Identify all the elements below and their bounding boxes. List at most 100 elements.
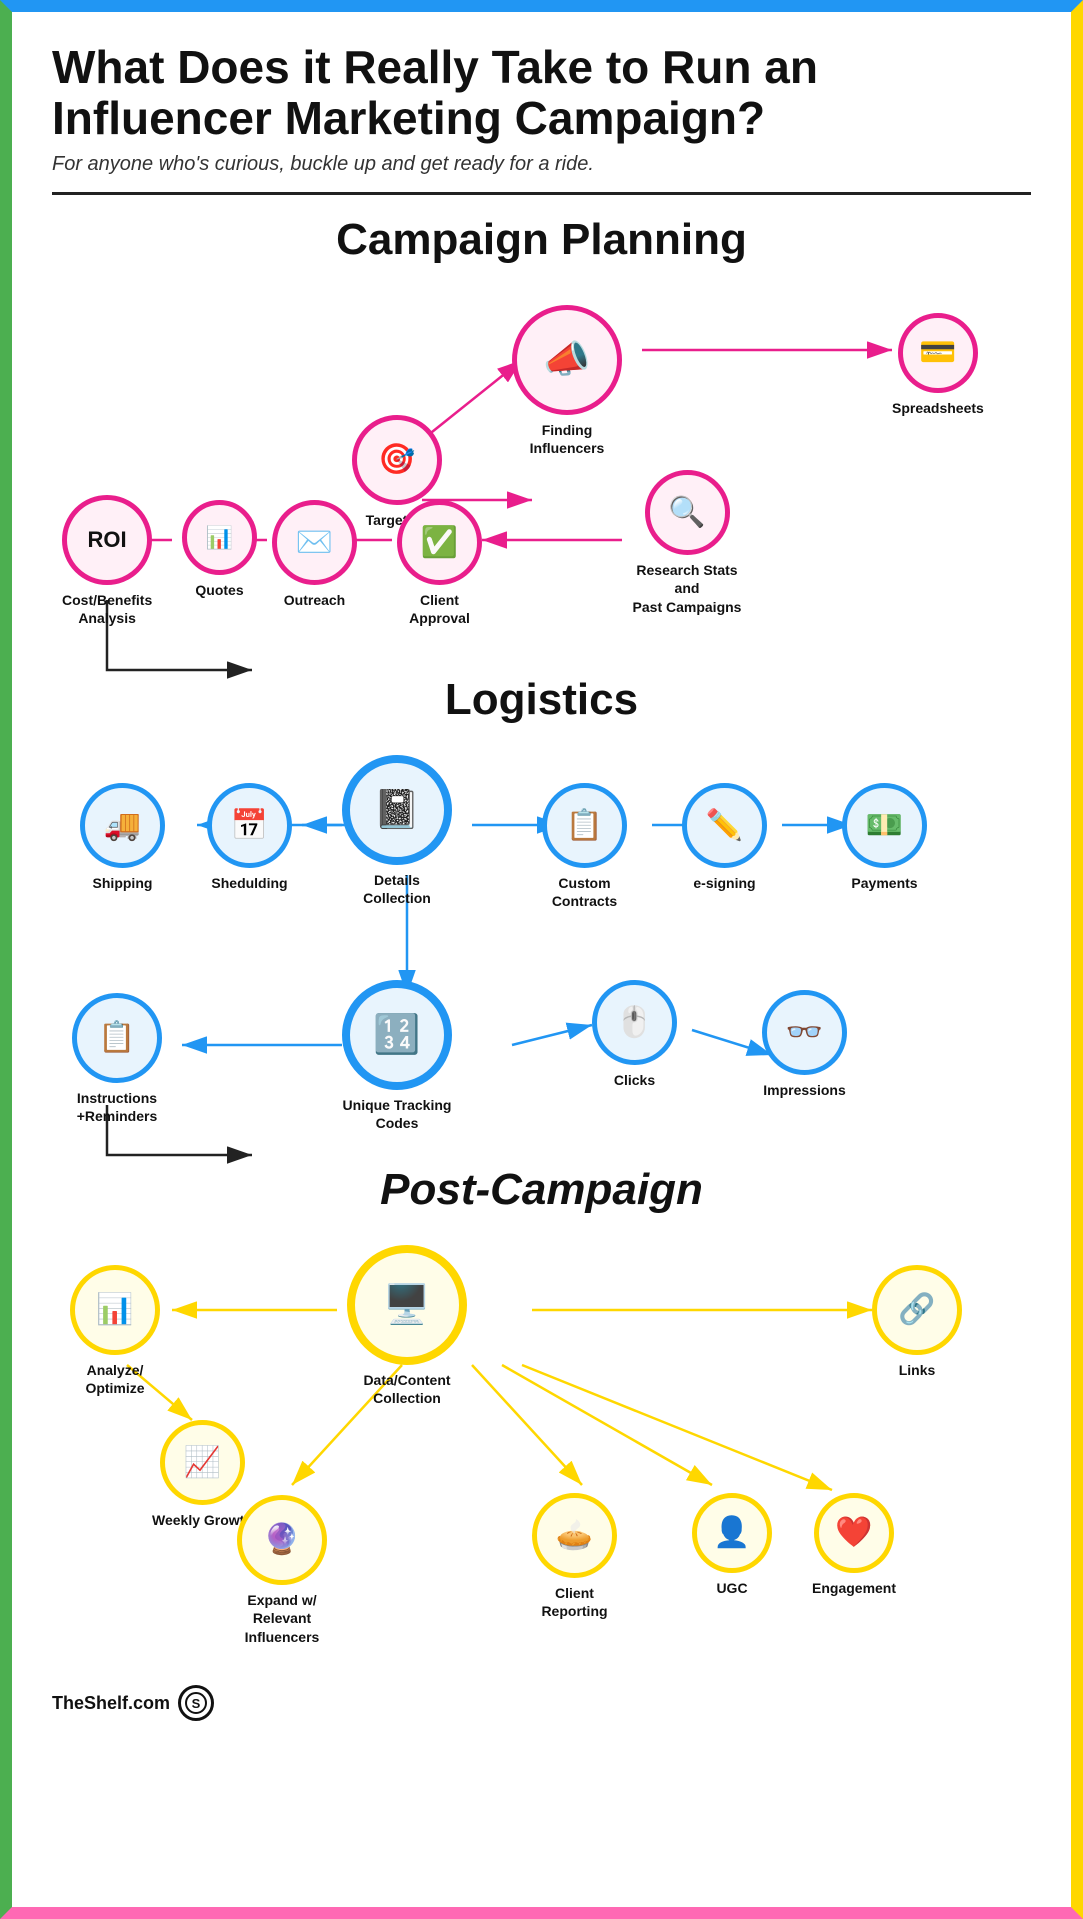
circle-links: 🔗 (872, 1265, 962, 1355)
node-shipping: 🚚 Shipping (80, 783, 165, 892)
node-links: 🔗 Links (872, 1265, 962, 1379)
node-expand: 🔮 Expand w/Relevant Influencers (227, 1495, 337, 1646)
node-details: 📓 Details Collection (342, 755, 452, 907)
header: What Does it Really Take to Run an Influ… (52, 42, 1031, 195)
circle-weeklygrowth: 📈 (160, 1420, 245, 1505)
icon-shipping: 🚚 (104, 811, 141, 841)
node-roi: ROI Cost/BenefitsAnalysis (62, 495, 152, 627)
circle-datacollection: 🖥️ (347, 1245, 467, 1365)
campaign-planning-title: Campaign Planning (52, 215, 1031, 265)
post-campaign-flow: 🖥️ Data/ContentCollection 📊 Analyze/Opti… (52, 1235, 1031, 1655)
circle-contracts: 📋 (542, 783, 627, 868)
label-spreadsheets: Spreadsheets (892, 399, 984, 417)
circle-clicks: 🖱️ (592, 980, 677, 1065)
icon-research: 🔍 (668, 498, 705, 528)
label-ugc: UGC (716, 1579, 747, 1597)
node-clientreporting: 🥧 ClientReporting (532, 1493, 617, 1620)
circle-shipping: 🚚 (80, 783, 165, 868)
icon-datacollection: 🖥️ (383, 1286, 430, 1324)
label-scheduling: Shedulding (211, 874, 287, 892)
icon-tracking: 🔢 (373, 1016, 420, 1054)
node-contracts: 📋 CustomContracts (542, 783, 627, 910)
campaign-planning-flow: 🎯 Targeting 📣 FindingInfluencers 💳 (52, 285, 1031, 705)
label-clicks: Clicks (614, 1071, 655, 1089)
label-clientreporting: ClientReporting (541, 1584, 607, 1620)
logistics-flow: 📓 Details Collection 🚚 Shipping 📅 (52, 745, 1031, 1185)
label-quotes: Quotes (195, 581, 243, 599)
label-tracking: Unique TrackingCodes (343, 1096, 452, 1132)
node-outreach: ✉️ Outreach (272, 500, 357, 609)
circle-ugc: 👤 (692, 1493, 772, 1573)
shelf-logo-icon: S (185, 1692, 207, 1714)
label-approval: ClientApproval (409, 591, 470, 627)
node-tracking: 🔢 Unique TrackingCodes (342, 980, 452, 1132)
icon-payments: 💵 (866, 811, 903, 841)
circle-roi: ROI (62, 495, 152, 585)
icon-spreadsheets: 💳 (919, 338, 956, 368)
label-datacollection: Data/ContentCollection (363, 1371, 450, 1407)
circle-research: 🔍 (645, 470, 730, 555)
subtitle: For anyone who's curious, buckle up and … (52, 153, 1031, 176)
icon-esigning: ✏️ (706, 811, 743, 841)
icon-weeklygrowth: 📈 (184, 1448, 221, 1478)
label-engagement: Engagement (812, 1579, 896, 1597)
circle-finding: 📣 (512, 305, 622, 415)
circle-impressions: 👓 (762, 990, 847, 1075)
icon-outreach: ✉️ (296, 528, 333, 558)
icon-scheduling: 📅 (231, 811, 268, 841)
node-quotes: 📊 Quotes (182, 500, 257, 599)
footer-logo: S (178, 1685, 214, 1721)
circle-esigning: ✏️ (682, 783, 767, 868)
circle-payments: 💵 (842, 783, 927, 868)
node-impressions: 👓 Impressions (762, 990, 847, 1099)
icon-impressions: 👓 (786, 1018, 823, 1048)
circle-details: 📓 (342, 755, 452, 865)
node-clicks: 🖱️ Clicks (592, 980, 677, 1089)
label-outreach: Outreach (284, 591, 345, 609)
svg-text:S: S (192, 1696, 201, 1711)
icon-links: 🔗 (898, 1295, 935, 1325)
page-container: What Does it Really Take to Run an Influ… (0, 0, 1083, 1919)
label-details: Details Collection (342, 871, 452, 907)
post-campaign-section: Post-Campaign (52, 1165, 1031, 1655)
node-instructions: 📋 Instructions+Reminders (72, 993, 162, 1125)
circle-scheduling: 📅 (207, 783, 292, 868)
node-spreadsheets: 💳 Spreadsheets (892, 313, 984, 417)
icon-engagement: ❤️ (835, 1518, 872, 1548)
icon-targeting: 🎯 (378, 445, 415, 475)
label-esigning: e-signing (693, 874, 755, 892)
icon-expand: 🔮 (263, 1525, 300, 1555)
circle-clientreporting: 🥧 (532, 1493, 617, 1578)
node-approval: ✅ ClientApproval (397, 500, 482, 627)
icon-quotes: 📊 (206, 525, 233, 551)
node-ugc: 👤 UGC (692, 1493, 772, 1597)
icon-contracts: 📋 (566, 811, 603, 841)
label-roi: Cost/BenefitsAnalysis (62, 591, 152, 627)
icon-analyze: 📊 (96, 1295, 133, 1325)
label-impressions: Impressions (763, 1081, 845, 1099)
main-title: What Does it Really Take to Run an Influ… (52, 42, 1031, 143)
node-datacollection: 🖥️ Data/ContentCollection (347, 1245, 467, 1407)
node-finding: 📣 FindingInfluencers (512, 305, 622, 457)
circle-targeting: 🎯 (352, 415, 442, 505)
header-divider (52, 192, 1031, 195)
label-links: Links (899, 1361, 936, 1379)
label-finding: FindingInfluencers (530, 421, 605, 457)
icon-clicks: 🖱️ (616, 1008, 653, 1038)
label-contracts: CustomContracts (552, 874, 617, 910)
logistics-section: Logistics (52, 675, 1031, 1185)
label-instructions: Instructions+Reminders (77, 1089, 158, 1125)
circle-engagement: ❤️ (814, 1493, 894, 1573)
node-engagement: ❤️ Engagement (812, 1493, 896, 1597)
icon-instructions: 📋 (98, 1023, 135, 1053)
node-payments: 💵 Payments (842, 783, 927, 892)
circle-tracking: 🔢 (342, 980, 452, 1090)
node-esigning: ✏️ e-signing (682, 783, 767, 892)
footer-brand: TheShelf.com (52, 1693, 170, 1714)
footer: TheShelf.com S (52, 1675, 1031, 1721)
circle-expand: 🔮 (237, 1495, 327, 1585)
label-analyze: Analyze/Optimize (85, 1361, 144, 1397)
circle-instructions: 📋 (72, 993, 162, 1083)
icon-finding: 📣 (543, 341, 590, 379)
node-research: 🔍 Research Stats andPast Campaigns (632, 470, 742, 616)
